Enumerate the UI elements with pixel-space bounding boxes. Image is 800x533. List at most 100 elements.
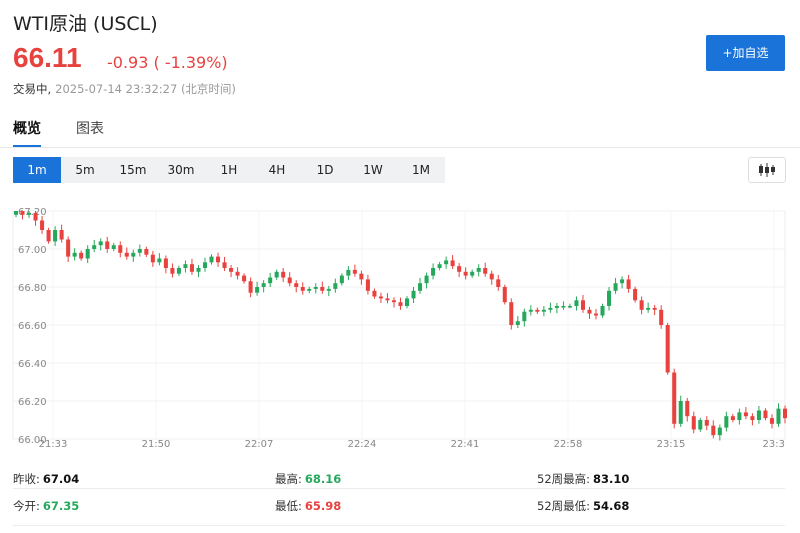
candle-body xyxy=(659,309,664,325)
candle-body xyxy=(196,268,201,272)
candle-body xyxy=(359,273,364,280)
candle-body xyxy=(652,307,657,310)
period-1d[interactable]: 1D xyxy=(301,157,349,183)
candle-body xyxy=(398,302,403,306)
candle-body xyxy=(437,264,442,268)
candle-body xyxy=(580,300,585,310)
candle-body xyxy=(385,298,390,301)
candle-body xyxy=(711,425,716,436)
candle-body xyxy=(235,271,240,276)
period-1m[interactable]: 1m xyxy=(13,157,61,183)
candle-body xyxy=(509,302,514,325)
stat-label: 最低: xyxy=(275,499,302,513)
candle-body xyxy=(541,309,546,312)
candle-body xyxy=(59,230,64,240)
candle-body xyxy=(294,283,299,287)
candle-body xyxy=(607,290,612,306)
candle-body xyxy=(646,307,651,310)
period-1w[interactable]: 1W xyxy=(349,157,397,183)
candle-body xyxy=(502,287,507,303)
candle-body xyxy=(672,372,677,424)
candle-body xyxy=(163,258,168,268)
stat-label: 52周最低: xyxy=(537,499,591,513)
tab-chart[interactable]: 图表 xyxy=(76,118,104,138)
period-selector: 1m 5m 15m 30m 1H 4H 1D 1W 1M xyxy=(13,157,445,183)
candle-body xyxy=(717,427,722,436)
chart-type-button[interactable] xyxy=(748,157,786,183)
period-15m[interactable]: 15m xyxy=(109,157,157,183)
candle-body xyxy=(665,325,670,373)
candle-body xyxy=(333,283,338,289)
period-1mo[interactable]: 1M xyxy=(397,157,445,183)
candle-body xyxy=(274,271,279,278)
stat-value: 68.16 xyxy=(304,472,342,486)
candle-body xyxy=(261,283,266,287)
candle-body xyxy=(489,273,494,280)
candle-body xyxy=(378,296,383,299)
x-tick-label: 23:3 xyxy=(763,439,785,450)
candle-body xyxy=(92,245,97,249)
tabs-divider xyxy=(0,147,800,148)
y-tick-label: 66.40 xyxy=(18,359,47,370)
price-chart[interactable]: 67.2067.0066.8066.6066.4066.2066.0021:33… xyxy=(0,196,800,456)
candle-body xyxy=(704,420,709,426)
x-tick-label: 22:58 xyxy=(554,439,583,450)
candle-body xyxy=(131,252,136,257)
stat-value: 65.98 xyxy=(304,499,342,513)
candle-body xyxy=(593,313,599,316)
row-divider xyxy=(13,488,785,489)
candle-body xyxy=(476,268,481,272)
candle-body xyxy=(313,287,318,289)
candle-body xyxy=(79,252,84,259)
candle-body xyxy=(730,416,735,420)
x-tick-label: 21:33 xyxy=(39,439,68,450)
stat-label: 最高: xyxy=(275,472,302,486)
candle-body xyxy=(281,271,286,278)
candlestick-icon xyxy=(759,163,775,177)
candle-body xyxy=(144,249,149,255)
candle-body xyxy=(515,321,520,325)
x-tick-label: 21:50 xyxy=(142,439,171,450)
period-5m[interactable]: 5m xyxy=(61,157,109,183)
stat-prev-close: 昨收: 67.04 xyxy=(13,471,79,487)
candle-body xyxy=(111,245,116,249)
instrument-title: WTI原油 (USCL) xyxy=(13,13,158,35)
candle-body xyxy=(554,306,559,308)
candle-body xyxy=(548,307,553,310)
candle-body xyxy=(633,288,638,301)
candle-body xyxy=(724,416,729,428)
candle-body xyxy=(27,212,32,215)
candle-body xyxy=(431,268,436,276)
candle-body xyxy=(496,279,501,287)
tab-overview[interactable]: 概览 xyxy=(13,118,41,138)
candle-body xyxy=(782,408,788,419)
candle-body xyxy=(737,412,742,420)
period-1h[interactable]: 1H xyxy=(205,157,253,183)
y-tick-label: 67.00 xyxy=(18,245,47,256)
candle-body xyxy=(307,288,312,291)
candle-body xyxy=(216,256,221,263)
stats-row: 昨收: 67.04 最高: 68.16 52周最高: 83.10 xyxy=(0,463,800,489)
candle-body xyxy=(33,212,38,221)
candle-body xyxy=(268,277,273,284)
candle-body xyxy=(365,279,370,291)
candle-body xyxy=(620,279,625,284)
candle-body xyxy=(391,300,397,303)
stat-open: 今开: 67.35 xyxy=(13,498,79,514)
candle-body xyxy=(776,408,781,424)
period-30m[interactable]: 30m xyxy=(157,157,205,183)
add-watchlist-button[interactable]: +加自选 xyxy=(706,35,785,71)
candle-body xyxy=(574,300,579,306)
candle-body xyxy=(372,290,377,297)
candle-body xyxy=(339,275,344,284)
candle-body xyxy=(118,245,123,253)
period-4h[interactable]: 4H xyxy=(253,157,301,183)
status-label: 交易中, xyxy=(13,82,52,96)
x-tick-label: 22:24 xyxy=(348,439,377,450)
candle-body xyxy=(189,264,194,272)
x-tick-label: 22:07 xyxy=(245,439,274,450)
candle-body xyxy=(300,287,305,291)
candle-body xyxy=(105,241,110,249)
candle-body xyxy=(457,266,462,272)
row-divider xyxy=(13,525,785,526)
